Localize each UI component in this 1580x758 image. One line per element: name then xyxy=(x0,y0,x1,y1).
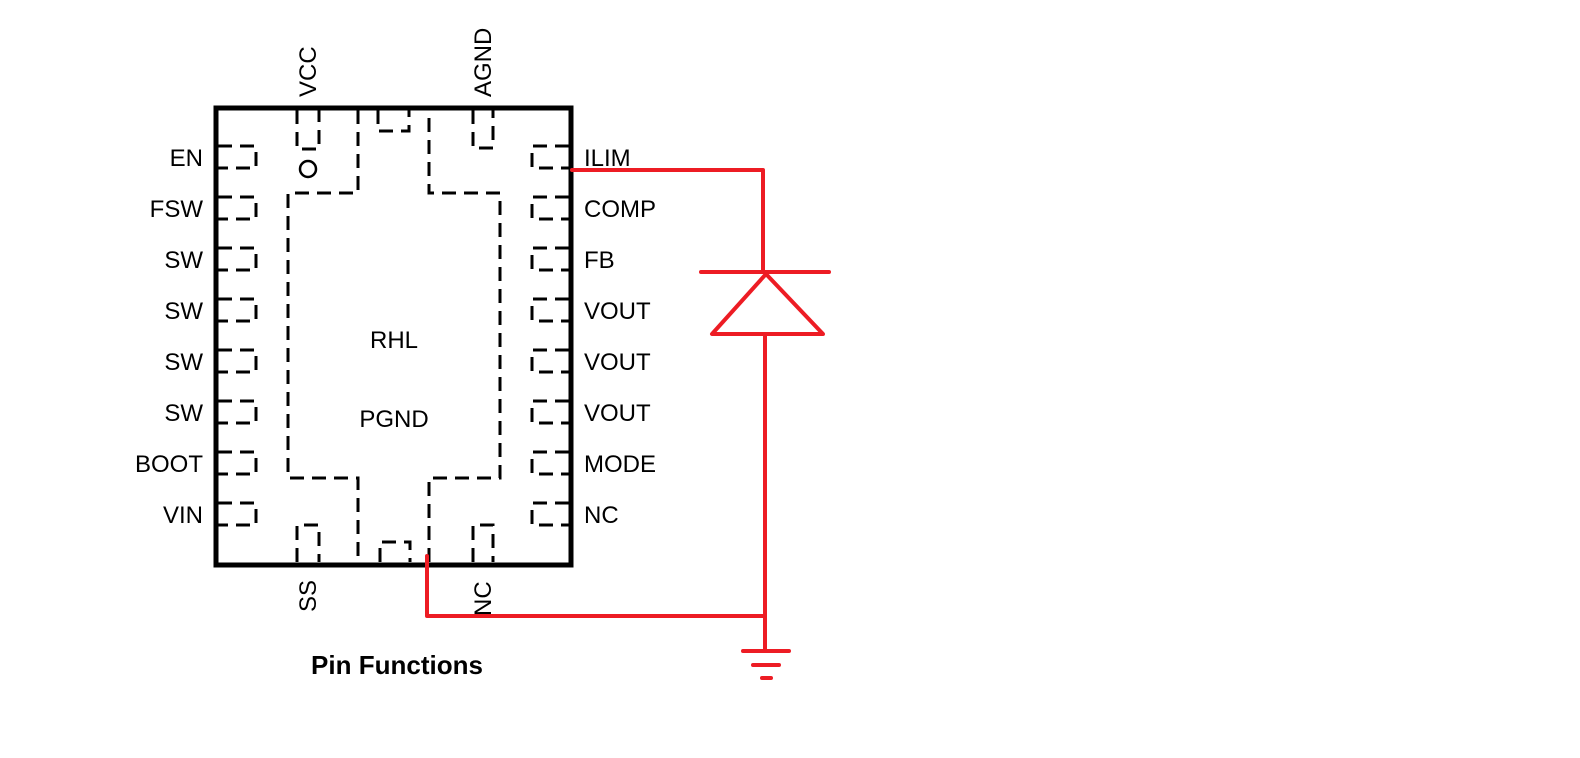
pin-label-left: FSW xyxy=(150,196,204,223)
pin-pad-left xyxy=(218,348,258,374)
pin-pad-left xyxy=(218,195,258,221)
pin-label-left: SW xyxy=(164,349,203,376)
left-pin-group: EN FSW SW SW SW SW BOOT VIN xyxy=(135,144,258,529)
pin-label-vcc: VCC xyxy=(295,46,322,97)
pin-pad-right xyxy=(530,501,569,527)
pin-label-left: SW xyxy=(164,400,203,427)
pin-pad-right xyxy=(530,399,569,425)
right-pin-group: ILIM COMP FB VOUT VOUT VOUT MODE NC xyxy=(530,144,656,529)
pin-pad-left xyxy=(218,144,258,170)
diagram-caption: Pin Functions xyxy=(311,650,483,680)
pin-pad-right xyxy=(530,297,569,323)
package-marker-label: RHL xyxy=(370,327,418,354)
pin-pad-left xyxy=(218,501,258,527)
pin-label-right: VOUT xyxy=(584,400,651,427)
pin-label-left: SW xyxy=(164,247,203,274)
pin-label-left: SW xyxy=(164,298,203,325)
pin1-marker-icon xyxy=(298,159,318,179)
diode-triangle-icon xyxy=(710,272,825,336)
bottom-middle-pad xyxy=(378,540,412,562)
pin-pad-left xyxy=(218,450,258,476)
pin-label-nc-bottom: NC xyxy=(470,581,497,616)
pin-label-right: FB xyxy=(584,247,615,274)
pinout-diagram: EN FSW SW SW SW SW BOOT VIN ILIM COMP FB VOUT VOUT V… xyxy=(135,28,831,680)
pin-pad-vcc xyxy=(295,110,321,151)
pin-pad-agnd xyxy=(471,110,495,150)
pin-pad-ss xyxy=(295,523,321,562)
pin-label-right: ILIM xyxy=(584,145,631,172)
pin-pad-left xyxy=(218,246,258,272)
pin-label-right: COMP xyxy=(584,196,656,223)
pin-pad-left xyxy=(218,297,258,323)
top-middle-pad xyxy=(376,110,411,133)
pin-pad-right xyxy=(530,450,569,476)
pin-pad-left xyxy=(218,399,258,425)
pin-pad-right xyxy=(530,348,569,374)
pin-label-left: EN xyxy=(170,145,203,172)
pin-label-right: MODE xyxy=(584,451,656,478)
pin-label-agnd: AGND xyxy=(470,28,497,97)
pin-pad-right xyxy=(530,144,569,170)
pin-pad-right xyxy=(530,195,569,221)
pin-label-right: NC xyxy=(584,502,619,529)
pin-label-right: VOUT xyxy=(584,349,651,376)
pin-label-left: BOOT xyxy=(135,451,203,478)
pin-label-right: VOUT xyxy=(584,298,651,325)
pin-pad-nc-bottom xyxy=(471,523,495,562)
thermal-pad-label: PGND xyxy=(359,406,428,433)
pin-label-left: VIN xyxy=(163,502,203,529)
pin-pad-right xyxy=(530,246,569,272)
pin-label-ss: SS xyxy=(295,580,322,612)
